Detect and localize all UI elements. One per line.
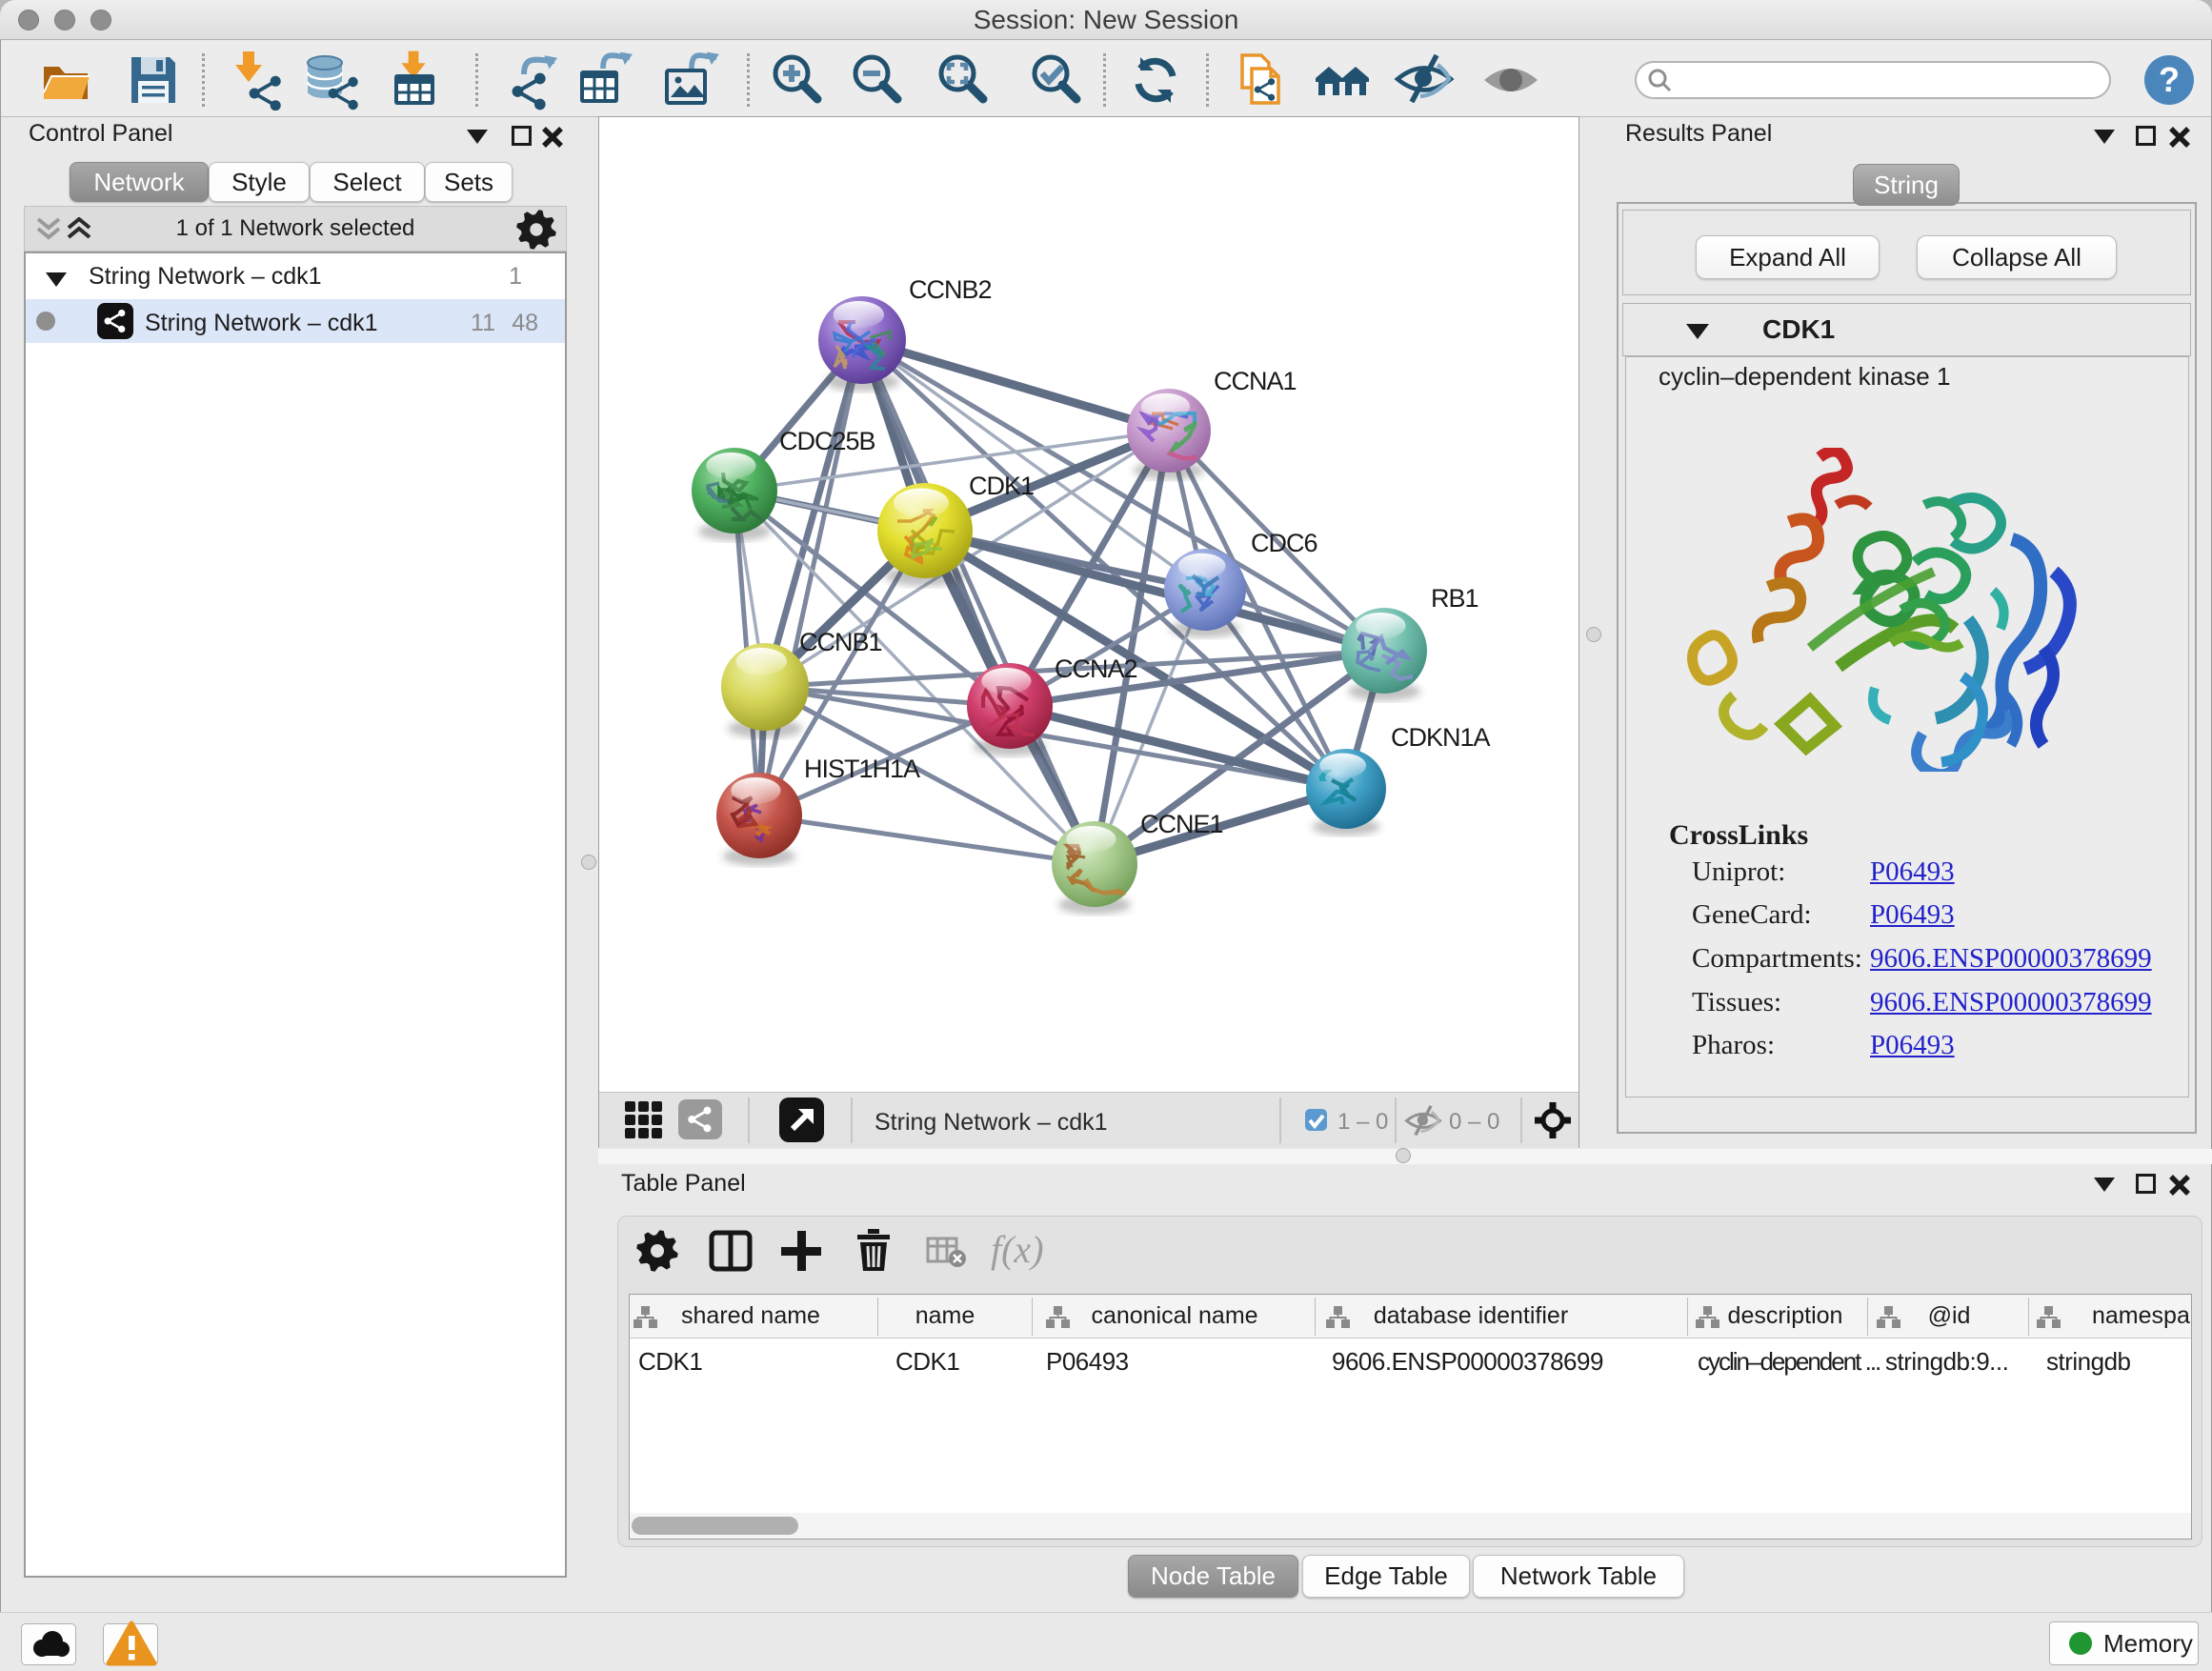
svg-text:HIST1H1A: HIST1H1A: [804, 755, 920, 783]
svg-text:CDC6: CDC6: [1251, 529, 1317, 557]
svg-text:RB1: RB1: [1431, 584, 1478, 613]
svg-text:CCNE1: CCNE1: [1140, 810, 1223, 838]
svg-text:CCNA1: CCNA1: [1214, 367, 1297, 395]
svg-text:CDC25B: CDC25B: [779, 427, 875, 455]
svg-text:CDKN1A: CDKN1A: [1391, 723, 1491, 752]
svg-text:CCNB2: CCNB2: [909, 275, 992, 304]
svg-text:CCNA2: CCNA2: [1055, 654, 1137, 683]
svg-text:CCNB1: CCNB1: [799, 628, 882, 656]
svg-text:CDK1: CDK1: [969, 472, 1034, 500]
